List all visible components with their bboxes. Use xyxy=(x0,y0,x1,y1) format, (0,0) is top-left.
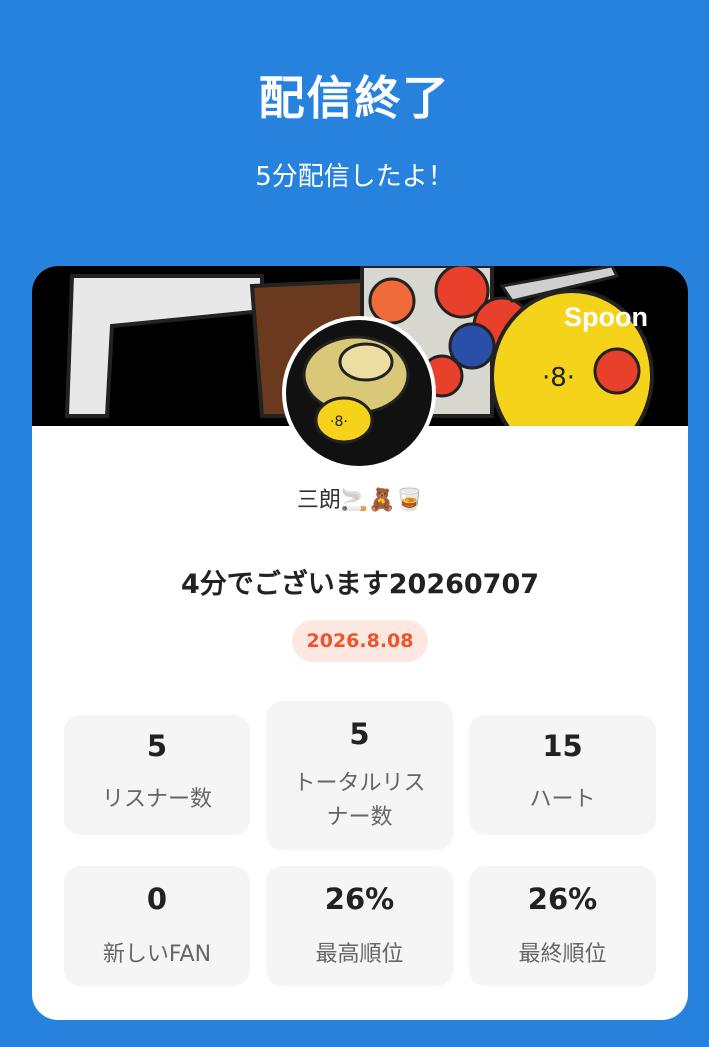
avatar[interactable]: ·8· xyxy=(282,316,436,470)
stat-highest-rank: 26% 最高順位 xyxy=(266,866,453,986)
stat-value: 0 xyxy=(146,882,168,916)
stat-total-listeners: 5 トータルリス ナー数 xyxy=(266,701,453,850)
stream-title: 4分でございます20260707 xyxy=(180,569,540,600)
stat-new-fans: 0 新しいFAN xyxy=(64,866,250,986)
summary-card: ·8· Spoon ·8· 三朗🚬🧸🥃 4分でございます20260707 202… xyxy=(32,266,688,1020)
svg-text:·8·: ·8· xyxy=(542,363,575,393)
stat-label: 最終順位 xyxy=(518,942,607,967)
stat-value: 26% xyxy=(527,882,598,916)
page-subtitle: 5分配信したよ！ xyxy=(255,162,454,192)
stat-value: 15 xyxy=(542,729,583,763)
stat-label: リスナー数 xyxy=(101,787,212,812)
stat-value: 5 xyxy=(146,729,168,763)
stat-final-rank: 26% 最終順位 xyxy=(469,866,656,986)
stat-hearts: 15 ハート xyxy=(469,715,656,835)
date-badge: 2026.8.08 xyxy=(292,620,428,662)
page-title: 配信終了 xyxy=(258,71,451,125)
stat-label: トータルリス ナー数 xyxy=(293,771,426,830)
svg-text:·8·: ·8· xyxy=(330,414,348,430)
username: 三朗🚬🧸🥃 xyxy=(296,488,424,513)
stat-listeners: 5 リスナー数 xyxy=(64,715,250,835)
stat-label: 新しいFAN xyxy=(102,942,212,967)
spoon-logo: Spoon xyxy=(564,302,648,332)
stat-label: ハート xyxy=(529,787,596,812)
stat-label: 最高順位 xyxy=(315,942,404,967)
stat-value: 26% xyxy=(324,882,395,916)
stat-value: 5 xyxy=(349,717,370,751)
